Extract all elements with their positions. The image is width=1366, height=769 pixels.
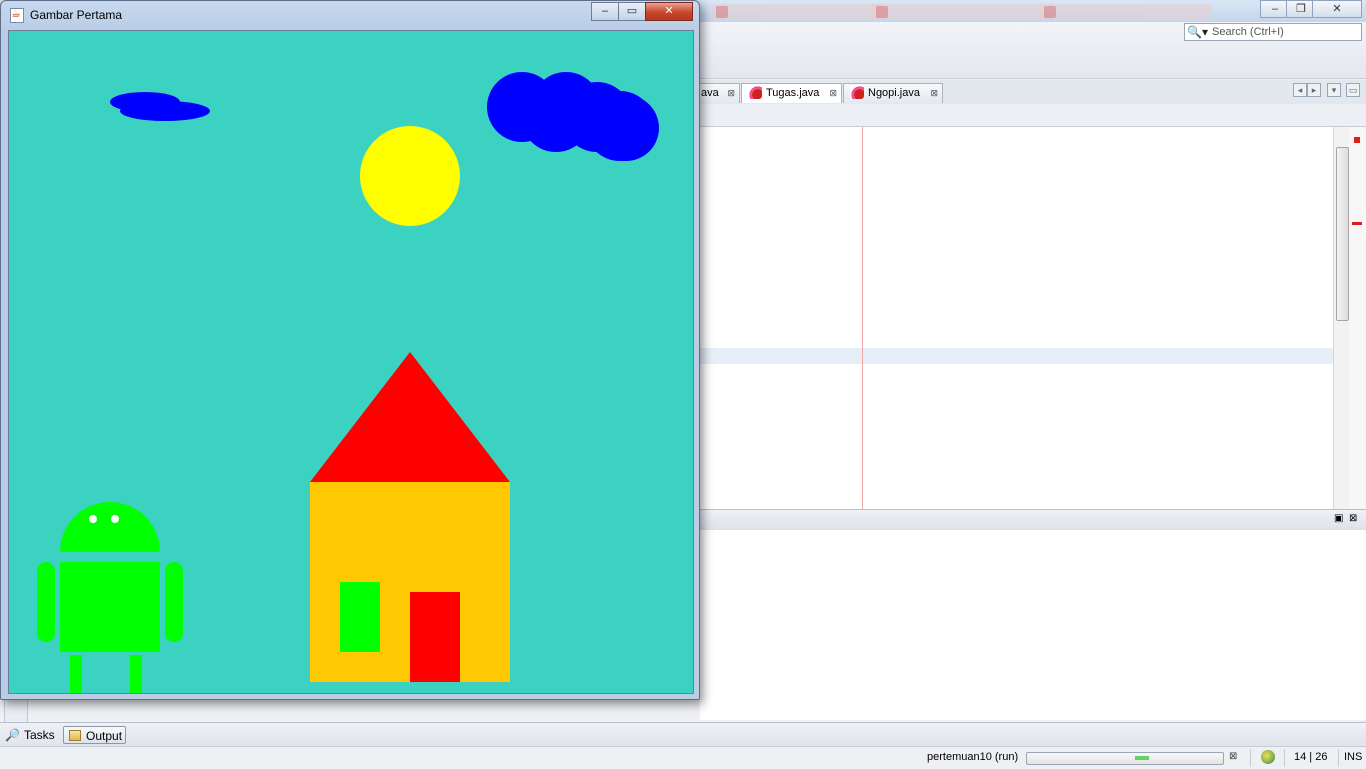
blurred-tab[interactable] xyxy=(1040,4,1212,20)
run-progress-bar xyxy=(1026,752,1224,765)
tab-list-dropdown-icon[interactable]: ▾ xyxy=(1327,83,1341,97)
editor-subtoolbar xyxy=(700,104,1366,127)
editor-vertical-scrollbar[interactable] xyxy=(1333,127,1350,509)
current-line-highlight xyxy=(700,348,1333,364)
blurred-tab[interactable] xyxy=(712,4,884,20)
java-app-icon[interactable] xyxy=(10,7,24,23)
close-button[interactable]: ✕ xyxy=(645,2,693,21)
output-panel-header: ▣ ⊠ xyxy=(700,509,1366,531)
scroll-tabs-right-icon[interactable]: ▸ xyxy=(1307,83,1321,97)
minimize-button[interactable]: – xyxy=(591,2,619,21)
robot-body xyxy=(60,562,160,652)
house-window xyxy=(340,582,380,652)
java-frame-window[interactable]: Gambar Pertama – ▭ ✕ xyxy=(0,0,700,700)
separator xyxy=(1284,749,1285,767)
editor-tab-label: Ngopi.java xyxy=(868,87,920,99)
output-console[interactable] xyxy=(700,530,1366,720)
close-panel-icon[interactable]: ⊠ xyxy=(1349,513,1357,524)
scene-svg xyxy=(37,72,659,693)
house xyxy=(310,352,510,682)
separator xyxy=(1338,749,1339,767)
cancel-task-icon[interactable]: ⊠ xyxy=(1229,751,1237,762)
status-bar: pertemuan10 (run) ⊠ 14 | 26 INS xyxy=(0,746,1366,769)
editor-tab-label: ava xyxy=(701,87,719,99)
close-icon[interactable]: ⊠ xyxy=(727,84,735,102)
big-cloud xyxy=(487,72,659,161)
right-margin-guide xyxy=(862,127,863,509)
maximize-panel-icon[interactable]: ▣ xyxy=(1334,513,1343,524)
insert-mode-indicator: INS xyxy=(1344,751,1363,763)
error-mark[interactable] xyxy=(1352,222,1362,225)
notification-globe-icon[interactable] xyxy=(1261,750,1275,764)
robot-eye xyxy=(89,515,97,523)
error-stripe xyxy=(1349,127,1366,509)
progress-indicator xyxy=(1135,756,1149,760)
tab-tasks[interactable]: 🔎 Tasks xyxy=(2,726,60,744)
cloud-puff xyxy=(120,101,210,121)
error-indicator-icon[interactable] xyxy=(1354,137,1360,143)
editor-tab-tugas[interactable]: Tugas.java ⊠ xyxy=(741,83,842,103)
robot-head xyxy=(60,502,160,552)
maximize-editor-icon[interactable]: ▭ xyxy=(1346,83,1360,97)
android-robot xyxy=(37,502,183,693)
tasks-icon: 🔎 xyxy=(5,728,20,742)
tab-output-label: Output xyxy=(86,729,123,743)
bottom-tab-bar: 🔎 Tasks Output xyxy=(0,722,1366,747)
output-side-strip xyxy=(4,697,28,723)
close-icon[interactable]: ⊠ xyxy=(930,84,938,102)
output-icon xyxy=(69,730,81,741)
tab-output[interactable]: Output xyxy=(63,726,126,744)
tab-tasks-label: Tasks xyxy=(24,728,55,742)
close-icon[interactable]: ⊠ xyxy=(829,84,837,102)
house-roof xyxy=(310,352,510,482)
small-cloud xyxy=(110,92,210,121)
search-icon[interactable]: 🔍▾ xyxy=(1187,25,1209,39)
robot-eye xyxy=(111,515,119,523)
robot-left-arm xyxy=(37,562,55,642)
cloud-puff xyxy=(593,95,659,161)
scrollbar-thumb[interactable] xyxy=(1336,147,1349,321)
robot-right-arm xyxy=(165,562,183,642)
scroll-tabs-left-icon[interactable]: ◂ xyxy=(1293,83,1307,97)
maximize-button[interactable]: ▭ xyxy=(618,2,646,21)
ide-close-button[interactable]: ✕ xyxy=(1312,0,1362,18)
sun xyxy=(360,126,460,226)
editor-tab-ngopi[interactable]: Ngopi.java ⊠ xyxy=(843,83,943,103)
editor-tab-partial[interactable]: ava ⊠ xyxy=(694,83,740,103)
editor-tab-label: Tugas.java xyxy=(766,87,820,99)
robot-right-leg xyxy=(130,655,142,693)
search-input[interactable]: 🔍▾ Search (Ctrl+I) xyxy=(1184,23,1362,41)
editor-tab-bar: ava ⊠ Tugas.java ⊠ Ngopi.java ⊠ ◂ ▸ ▾ ▭ xyxy=(694,80,1366,105)
drawing-canvas xyxy=(8,30,694,694)
code-editor[interactable] xyxy=(700,127,1333,509)
taskbar-tabs-blurred xyxy=(700,0,1260,22)
house-door xyxy=(410,592,460,682)
blurred-tab[interactable] xyxy=(872,4,1044,20)
java-file-icon xyxy=(850,85,864,99)
run-status-label[interactable]: pertemuan10 (run) xyxy=(927,751,1018,763)
robot-left-leg xyxy=(70,655,82,693)
separator xyxy=(1250,749,1251,767)
cursor-position: 14 | 26 xyxy=(1294,751,1328,763)
window-title: Gambar Pertama xyxy=(30,8,123,22)
java-file-icon xyxy=(748,85,762,99)
search-placeholder: Search (Ctrl+I) xyxy=(1212,26,1284,38)
